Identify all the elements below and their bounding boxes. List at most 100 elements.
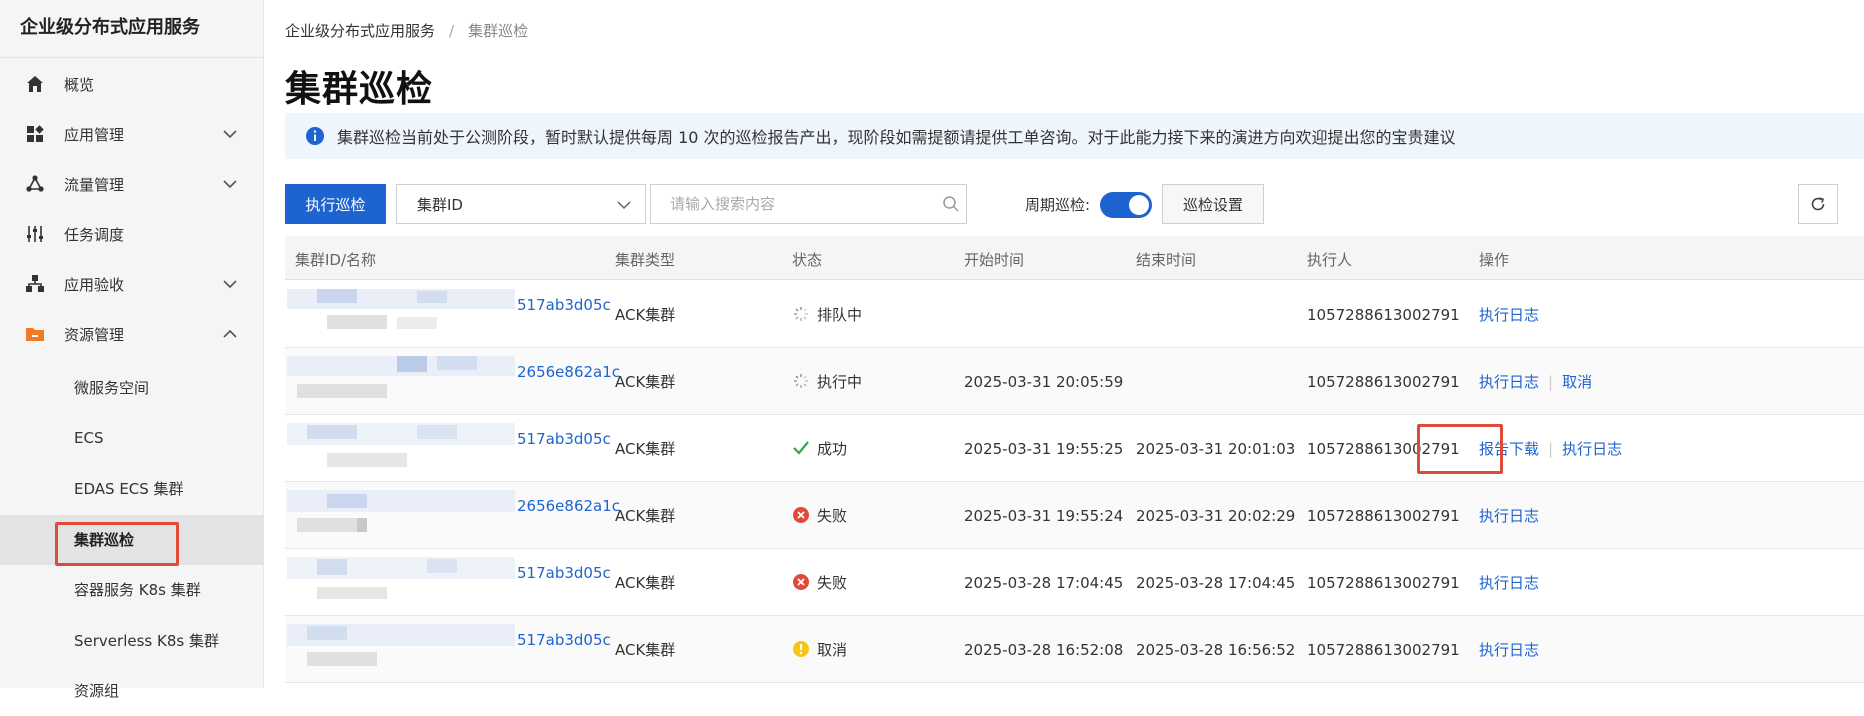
status: 失败	[792, 573, 847, 593]
search-field-select[interactable]: 集群ID	[396, 184, 646, 224]
redacted-cluster-id	[287, 356, 515, 408]
start-time: 2025-03-28 17:04:45	[964, 574, 1124, 592]
execution-log-link[interactable]: 执行日志	[1479, 507, 1539, 525]
chevron-up-icon[interactable]	[222, 326, 238, 342]
chevron-down-icon	[617, 201, 631, 210]
status-text: 失败	[817, 507, 848, 525]
cluster-id-link[interactable]: 517ab3d05c	[517, 563, 611, 583]
select-value: 集群ID	[417, 195, 463, 214]
operations: 执行日志	[1479, 506, 1539, 526]
cluster-type: ACK集群	[615, 574, 676, 592]
status-text: 取消	[817, 641, 848, 659]
sidebar-subitem-serverless-k8s[interactable]: Serverless K8s 集群	[0, 616, 264, 666]
status: 执行中	[792, 372, 862, 392]
status: 取消	[792, 640, 847, 660]
pending-icon	[794, 374, 808, 388]
op-separator: |	[1548, 440, 1554, 458]
sidebar-item-app-acceptance[interactable]: 应用验收	[0, 259, 264, 309]
status: 成功	[792, 439, 847, 459]
cluster-id-link[interactable]: 517ab3d05c	[517, 295, 611, 315]
chevron-down-icon[interactable]	[222, 276, 238, 292]
sidebar-subitem-edas-ecs-cluster[interactable]: EDAS ECS 集群	[0, 464, 264, 514]
report-download-link[interactable]: 报告下载	[1479, 440, 1539, 458]
table-header: 集群ID/名称 集群类型 状态 开始时间 结束时间 执行人 操作	[285, 236, 1864, 280]
error-icon	[793, 507, 809, 523]
sidebar-subitem-ecs[interactable]: ECS	[0, 413, 264, 463]
run-inspection-button[interactable]: 执行巡检	[285, 184, 386, 224]
info-icon	[306, 127, 324, 145]
sidebar-subitem-resource-group[interactable]: 资源组	[0, 666, 264, 716]
status-text: 成功	[817, 440, 848, 458]
start-time: 2025-03-28 16:52:08	[964, 641, 1124, 659]
sidebar-item-task-scheduling[interactable]: 任务调度	[0, 209, 264, 259]
sidebar-item-label: 任务调度	[64, 225, 125, 244]
executor: 1057288613002791	[1307, 507, 1460, 525]
table-row: 517ab3d05c ACK集群 取消 2025-03-28 16:52:08 …	[285, 616, 1864, 683]
sidebar-subitem-cluster-inspection[interactable]: 集群巡检	[0, 515, 264, 565]
cluster-type: ACK集群	[615, 641, 676, 659]
status-text: 失败	[817, 574, 848, 592]
sidebar-item-label: 流量管理	[64, 175, 125, 194]
executor: 1057288613002791	[1307, 641, 1460, 659]
execution-log-link[interactable]: 执行日志	[1479, 641, 1539, 659]
sidebar-subitem-microservice-space[interactable]: 微服务空间	[0, 363, 264, 413]
sidebar-item-resource-management[interactable]: 资源管理	[0, 309, 264, 359]
cluster-id-link[interactable]: 517ab3d05c	[517, 630, 611, 650]
cluster-id-link[interactable]: 2656e862a1c	[517, 362, 620, 382]
traffic-icon	[24, 173, 46, 195]
folder-icon	[24, 323, 46, 345]
inspection-settings-button[interactable]: 巡检设置	[1162, 184, 1264, 224]
warning-icon	[793, 641, 809, 657]
execution-log-link[interactable]: 执行日志	[1479, 373, 1539, 391]
redacted-cluster-id	[287, 490, 515, 542]
start-time: 2025-03-31 19:55:25	[964, 440, 1124, 458]
column-header: 集群ID/名称	[295, 251, 377, 269]
breadcrumb-root[interactable]: 企业级分布式应用服务	[285, 20, 435, 41]
cluster-id-link[interactable]: 2656e862a1c	[517, 496, 620, 516]
page-title: 集群巡检	[285, 69, 434, 110]
chevron-down-icon[interactable]	[222, 126, 238, 142]
table-row: 517ab3d05c ACK集群 失败 2025-03-28 17:04:45 …	[285, 549, 1864, 616]
period-inspection-toggle[interactable]	[1100, 192, 1152, 218]
table-row: 517ab3d05c ACK集群 成功 2025-03-31 19:55:25 …	[285, 415, 1864, 482]
error-icon	[793, 574, 809, 590]
sidebar-item-overview[interactable]: 概览	[0, 59, 264, 109]
status-text: 执行中	[817, 373, 863, 391]
executor: 1057288613002791	[1307, 440, 1460, 458]
refresh-button[interactable]	[1798, 184, 1838, 224]
apps-icon	[24, 123, 46, 145]
start-time: 2025-03-31 19:55:24	[964, 507, 1124, 525]
execution-log-link[interactable]: 执行日志	[1562, 440, 1622, 458]
cluster-id-link[interactable]: 517ab3d05c	[517, 429, 611, 449]
execution-log-link[interactable]: 执行日志	[1479, 306, 1539, 324]
search-icon[interactable]	[942, 195, 960, 213]
search-box	[650, 184, 967, 224]
toggle-knob	[1129, 195, 1149, 215]
executor: 1057288613002791	[1307, 306, 1460, 324]
search-input[interactable]	[651, 185, 921, 223]
breadcrumb-separator: /	[449, 21, 455, 40]
operations: 执行日志	[1479, 305, 1539, 325]
status: 失败	[792, 506, 847, 526]
sidebar-subitem-k8s-cluster[interactable]: 容器服务 K8s 集群	[0, 565, 264, 615]
sidebar: 企业级分布式应用服务 概览 应用管理 流量管理 任务调度 应用验收 资源管理 微…	[0, 0, 264, 700]
operations: 报告下载 | 执行日志	[1479, 439, 1622, 459]
sidebar-item-label: 应用验收	[64, 275, 125, 294]
period-inspection-label: 周期巡检:	[1025, 196, 1091, 214]
table-row: 517ab3d05c ACK集群 排队中 1057288613002791 执行…	[285, 281, 1864, 348]
chevron-down-icon[interactable]	[222, 176, 238, 192]
redacted-cluster-id	[287, 423, 515, 475]
cancel-link[interactable]: 取消	[1562, 373, 1592, 391]
end-time: 2025-03-28 16:56:52	[1136, 641, 1296, 659]
column-header: 执行人	[1307, 251, 1353, 269]
sidebar-item-traffic-management[interactable]: 流量管理	[0, 159, 264, 209]
notice-text: 集群巡检当前处于公测阶段，暂时默认提供每周 10 次的巡检报告产出，现阶段如需提…	[337, 128, 1456, 147]
main-content: 企业级分布式应用服务 / 集群巡检 集群巡检 集群巡检当前处于公测阶段，暂时默认…	[264, 0, 1864, 688]
refresh-icon	[1811, 197, 1825, 211]
executor: 1057288613002791	[1307, 574, 1460, 592]
operations: 执行日志	[1479, 573, 1539, 593]
sidebar-item-app-management[interactable]: 应用管理	[0, 109, 264, 159]
redacted-cluster-id	[287, 624, 515, 676]
execution-log-link[interactable]: 执行日志	[1479, 574, 1539, 592]
column-header: 状态	[792, 251, 823, 269]
